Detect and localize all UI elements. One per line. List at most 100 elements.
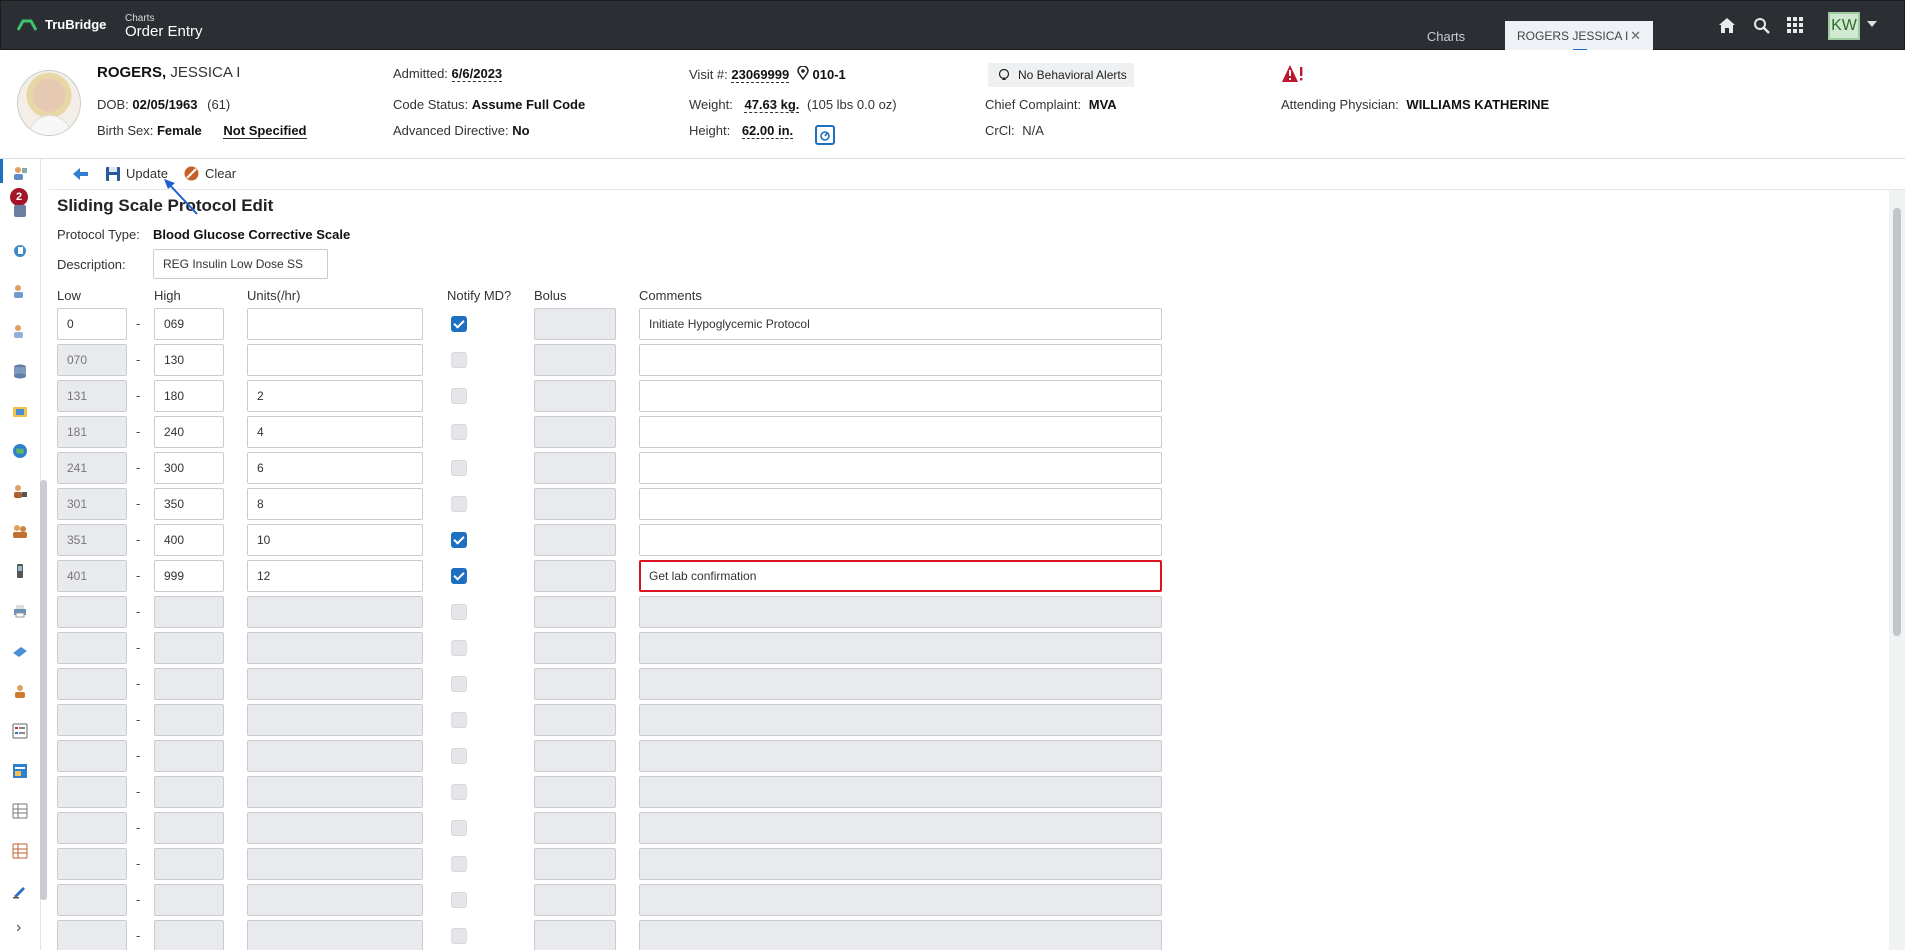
- sidebar-item-folder-icon[interactable]: [12, 403, 28, 419]
- behavioral-alerts[interactable]: No Behavioral Alerts: [988, 63, 1134, 87]
- high-value-input[interactable]: 180: [154, 380, 224, 412]
- high-value-input[interactable]: 999: [154, 560, 224, 592]
- comments-input[interactable]: [639, 380, 1162, 412]
- comments-input[interactable]: [639, 452, 1162, 484]
- low-value-input: 401: [57, 560, 127, 592]
- tab-charts[interactable]: Charts: [1406, 21, 1486, 51]
- notify-md-checkbox[interactable]: [451, 316, 467, 332]
- protocol-type-label: Protocol Type:: [57, 227, 140, 242]
- notify-md-checkbox[interactable]: [451, 496, 467, 512]
- comments-input[interactable]: [639, 524, 1162, 556]
- tab-patient[interactable]: ROGERS JESSICA I ✕: [1505, 21, 1653, 51]
- bolus-input: [534, 632, 616, 664]
- sidebar-item-person-icon[interactable]: [12, 683, 28, 699]
- notify-md-checkbox[interactable]: [451, 532, 467, 548]
- comments-input: [639, 812, 1162, 844]
- allergy-warning-icon[interactable]: [1281, 64, 1305, 84]
- sidebar-item-physician-icon[interactable]: [12, 165, 28, 181]
- sidebar-item-staff-icon[interactable]: [12, 323, 28, 339]
- back-arrow-icon[interactable]: [73, 168, 89, 180]
- sidebar-item-transfer-icon[interactable]: [12, 643, 28, 659]
- sidebar-item-user-lock-icon[interactable]: [12, 483, 28, 499]
- high-value-input[interactable]: 130: [154, 344, 224, 376]
- table-row: -: [57, 848, 1162, 884]
- sidebar-item-globe-icon[interactable]: [12, 443, 28, 459]
- chevron-right-icon[interactable]: ›: [16, 919, 21, 937]
- high-value-input[interactable]: 400: [154, 524, 224, 556]
- sidebar-item-list-icon[interactable]: [12, 723, 28, 739]
- notify-md-checkbox[interactable]: [451, 424, 467, 440]
- units-input[interactable]: 12: [247, 560, 423, 592]
- scale-icon[interactable]: [815, 125, 835, 145]
- bolus-input: [534, 488, 616, 520]
- units-input[interactable]: [247, 308, 423, 340]
- units-input[interactable]: 10: [247, 524, 423, 556]
- chevron-down-icon[interactable]: [1867, 21, 1877, 27]
- gender-link[interactable]: Not Specified: [223, 123, 307, 139]
- home-icon[interactable]: [1717, 15, 1737, 35]
- low-value-input[interactable]: 0: [57, 308, 127, 340]
- comments-input[interactable]: [639, 488, 1162, 520]
- sidebar-item-nurse-icon[interactable]: [12, 283, 28, 299]
- sidebar-item-table-icon[interactable]: [12, 803, 28, 819]
- high-value-input[interactable]: 069: [154, 308, 224, 340]
- range-separator: -: [136, 316, 141, 331]
- comments-input[interactable]: [639, 344, 1162, 376]
- close-icon[interactable]: ✕: [1630, 28, 1641, 44]
- sidebar-item-pen-icon[interactable]: [12, 883, 28, 899]
- comments-input: [639, 740, 1162, 772]
- notify-md-checkbox: [451, 712, 467, 728]
- brand[interactable]: TruBridge: [17, 17, 106, 32]
- range-separator: -: [136, 460, 141, 475]
- notify-md-checkbox[interactable]: [451, 352, 467, 368]
- sidebar-item-grid-icon[interactable]: [12, 843, 28, 859]
- search-icon[interactable]: [1751, 15, 1771, 35]
- low-value-input: [57, 776, 127, 808]
- sidebar-scrollbar[interactable]: [40, 480, 47, 900]
- bolus-input: [534, 884, 616, 916]
- bolus-input: [534, 920, 616, 950]
- apps-grid-icon[interactable]: [1785, 15, 1805, 35]
- comments-input[interactable]: Initiate Hypoglycemic Protocol: [639, 308, 1162, 340]
- update-button[interactable]: Update: [106, 166, 168, 181]
- comments-input[interactable]: [639, 416, 1162, 448]
- high-value-input[interactable]: 300: [154, 452, 224, 484]
- notify-md-checkbox[interactable]: [451, 568, 467, 584]
- patient-dob: DOB: 02/05/1963 (61): [97, 97, 231, 112]
- tab-patient-label: ROGERS JESSICA I: [1517, 29, 1629, 43]
- units-input[interactable]: 6: [247, 452, 423, 484]
- sidebar-item-print-icon[interactable]: [12, 603, 28, 619]
- range-separator: -: [136, 352, 141, 367]
- table-row: 351-400 10: [57, 524, 1162, 560]
- units-input[interactable]: 2: [247, 380, 423, 412]
- sidebar-item-form-icon[interactable]: [12, 763, 28, 779]
- table-row: -: [57, 632, 1162, 668]
- range-separator: -: [136, 640, 141, 655]
- units-input[interactable]: 8: [247, 488, 423, 520]
- sidebar-item-device-icon[interactable]: [12, 563, 28, 579]
- notify-md-checkbox[interactable]: [451, 460, 467, 476]
- units-input[interactable]: 4: [247, 416, 423, 448]
- notify-md-checkbox[interactable]: [451, 388, 467, 404]
- bolus-input: [534, 452, 616, 484]
- units-input[interactable]: [247, 344, 423, 376]
- high-value-input[interactable]: 240: [154, 416, 224, 448]
- scrollbar-thumb[interactable]: [1893, 208, 1901, 636]
- sidebar-item-database-icon[interactable]: [12, 363, 28, 379]
- location-pin-icon: [797, 65, 809, 81]
- sidebar-item-orders-icon[interactable]: [12, 243, 28, 259]
- high-value-input[interactable]: 350: [154, 488, 224, 520]
- main-scrollbar[interactable]: [1889, 190, 1905, 950]
- table-row: 401-999 12 Get lab confirmation: [57, 560, 1162, 596]
- table-row: -: [57, 920, 1162, 950]
- comments-input[interactable]: Get lab confirmation: [639, 560, 1162, 592]
- sidebar-active-indicator: [0, 159, 3, 183]
- patient-height: Height: 62.00 in.: [689, 123, 794, 139]
- low-value-input: 351: [57, 524, 127, 556]
- sidebar-item-help-icon[interactable]: [12, 203, 28, 219]
- sidebar-item-users-icon[interactable]: [12, 523, 28, 539]
- description-input[interactable]: REG Insulin Low Dose SS: [153, 249, 328, 279]
- user-avatar[interactable]: KW: [1828, 12, 1860, 40]
- range-separator: -: [136, 496, 141, 511]
- units-input: [247, 632, 423, 664]
